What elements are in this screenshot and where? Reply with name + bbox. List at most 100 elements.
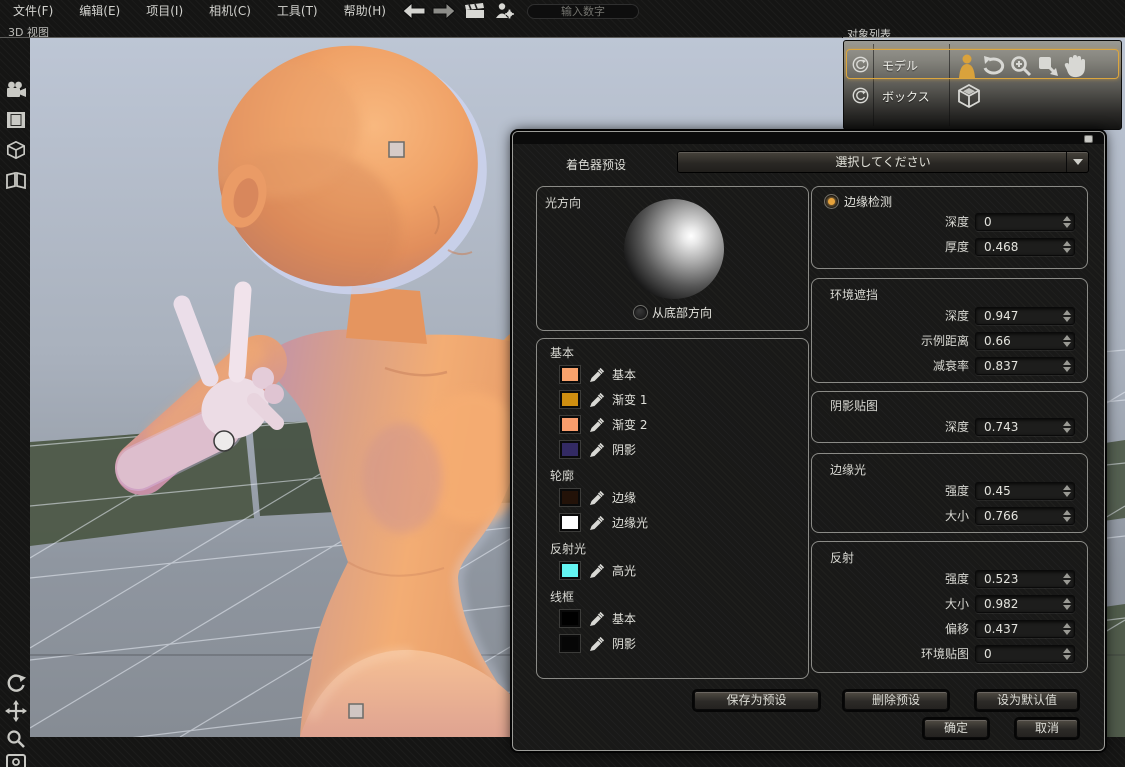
- reflection-size-field[interactable]: 0.982: [975, 595, 1075, 613]
- spinner-buttons[interactable]: [1063, 333, 1071, 349]
- refresh-icon[interactable]: [852, 87, 869, 104]
- eyedropper-icon[interactable]: [589, 417, 605, 433]
- color-swatch[interactable]: [560, 416, 580, 433]
- movie-camera-icon[interactable]: [4, 78, 28, 102]
- color-swatch[interactable]: [560, 366, 580, 383]
- menu-project[interactable]: 项目(I): [133, 0, 196, 22]
- shadow-map-panel: 阴影贴图 深度 0.743: [811, 391, 1088, 443]
- field-value: 0: [984, 215, 992, 229]
- spinner-buttons[interactable]: [1063, 483, 1071, 499]
- color-swatch[interactable]: [560, 635, 580, 652]
- set-default-button[interactable]: 设为默认值: [976, 691, 1078, 710]
- ok-button[interactable]: 确定: [924, 719, 988, 738]
- chevron-down-icon: [1073, 159, 1083, 165]
- clapperboard-icon[interactable]: [461, 1, 487, 21]
- refresh-icon[interactable]: [852, 56, 869, 73]
- color-swatch[interactable]: [560, 610, 580, 627]
- color-swatch[interactable]: [560, 391, 580, 408]
- spinner-buttons[interactable]: [1063, 571, 1071, 587]
- field-label: 环境贴图: [921, 645, 969, 662]
- eyedropper-icon[interactable]: [589, 611, 605, 627]
- color-swatch[interactable]: [560, 441, 580, 458]
- menu-camera[interactable]: 相机(C): [196, 0, 264, 22]
- box-tool-icon[interactable]: [956, 82, 982, 109]
- spinner-buttons[interactable]: [1063, 308, 1071, 324]
- dialog-title-bar[interactable]: [513, 132, 1104, 144]
- spinner-buttons[interactable]: [1063, 358, 1071, 374]
- rotate-tool-icon[interactable]: [981, 52, 1007, 79]
- color-row: 渐变 2: [537, 412, 808, 437]
- spinner-buttons[interactable]: [1063, 596, 1071, 612]
- eyedropper-icon[interactable]: [589, 367, 605, 383]
- wrist-handle[interactable]: [214, 431, 234, 451]
- shadow-depth-field[interactable]: 0.743: [975, 418, 1075, 436]
- back-arrow-icon[interactable]: [401, 1, 427, 21]
- reflection-strength-field[interactable]: 0.523: [975, 570, 1075, 588]
- color-group-title: 反射光: [550, 540, 808, 558]
- frame-fit-icon[interactable]: [4, 750, 28, 767]
- spinner-buttons[interactable]: [1063, 239, 1071, 255]
- reflection-offset-field[interactable]: 0.437: [975, 620, 1075, 638]
- light-direction-sphere[interactable]: [624, 199, 724, 299]
- field-label: 大小: [945, 507, 969, 524]
- move-view-icon[interactable]: [4, 699, 28, 723]
- eyedropper-icon[interactable]: [589, 515, 605, 531]
- figure-tool-icon[interactable]: [954, 52, 980, 79]
- cube-icon[interactable]: [4, 138, 28, 162]
- rotate-view-icon[interactable]: [4, 671, 28, 695]
- color-swatch[interactable]: [560, 562, 580, 579]
- preset-dropdown-button[interactable]: [1066, 152, 1088, 172]
- eyedropper-icon[interactable]: [589, 563, 605, 579]
- pages-icon[interactable]: [4, 168, 28, 192]
- dialog-close-button[interactable]: [1084, 135, 1093, 143]
- color-swatch[interactable]: [560, 514, 580, 531]
- eyedropper-icon[interactable]: [589, 490, 605, 506]
- rim-strength-field[interactable]: 0.45: [975, 482, 1075, 500]
- spinner-buttons[interactable]: [1063, 419, 1071, 435]
- color-row: 渐变 1: [537, 387, 808, 412]
- face-handle[interactable]: [389, 142, 404, 157]
- menu-tools[interactable]: 工具(T): [264, 0, 331, 22]
- number-input[interactable]: 输入数字: [527, 4, 639, 19]
- reflection-title: 反射: [812, 542, 1087, 566]
- ao-attenuation-field[interactable]: 0.837: [975, 357, 1075, 375]
- transform-tool-icon[interactable]: [1035, 52, 1061, 79]
- menu-file[interactable]: 文件(F): [0, 0, 66, 22]
- edge-detection-radio[interactable]: [824, 194, 839, 209]
- preset-dropdown[interactable]: 選択してください: [677, 151, 1089, 173]
- ao-depth-field[interactable]: 0.947: [975, 307, 1075, 325]
- field-value: 0.468: [984, 240, 1018, 254]
- hip-handle[interactable]: [349, 704, 363, 718]
- color-swatch[interactable]: [560, 489, 580, 506]
- thickness-field[interactable]: 0.468: [975, 238, 1075, 256]
- menu-help[interactable]: 帮助(H): [331, 0, 399, 22]
- depth-field[interactable]: 0: [975, 213, 1075, 231]
- color-group-title: 基本: [550, 344, 808, 362]
- cancel-button[interactable]: 取消: [1016, 719, 1078, 738]
- color-label: 阴影: [612, 635, 636, 652]
- field-value: 0.45: [984, 484, 1011, 498]
- eyedropper-icon[interactable]: [589, 442, 605, 458]
- delete-preset-button[interactable]: 删除预设: [844, 691, 948, 710]
- spinner-buttons[interactable]: [1063, 214, 1071, 230]
- zoom-tool-icon[interactable]: [1008, 52, 1034, 79]
- eyedropper-icon[interactable]: [589, 392, 605, 408]
- forward-arrow-icon[interactable]: [431, 1, 457, 21]
- spinner-buttons[interactable]: [1063, 621, 1071, 637]
- eyedropper-icon[interactable]: [589, 636, 605, 652]
- person-settings-icon[interactable]: [491, 1, 517, 21]
- color-label: 边缘: [612, 489, 636, 506]
- environment-map-field[interactable]: 0: [975, 645, 1075, 663]
- zoom-view-icon[interactable]: [4, 727, 28, 751]
- spinner-buttons[interactable]: [1063, 646, 1071, 662]
- ao-sample-distance-field[interactable]: 0.66: [975, 332, 1075, 350]
- spinner-buttons[interactable]: [1063, 508, 1071, 524]
- hand-tool-icon[interactable]: [1062, 52, 1088, 79]
- menu-edit[interactable]: 编辑(E): [66, 0, 133, 22]
- filmstrip-icon[interactable]: [4, 108, 28, 132]
- color-label: 基本: [612, 366, 636, 383]
- rim-size-field[interactable]: 0.766: [975, 507, 1075, 525]
- save-preset-button[interactable]: 保存为预设: [694, 691, 819, 710]
- colors-panel: 基本 基本 渐变 1 渐变 2 阴影 轮廓 边缘: [536, 338, 809, 679]
- light-from-bottom-radio[interactable]: [633, 305, 648, 320]
